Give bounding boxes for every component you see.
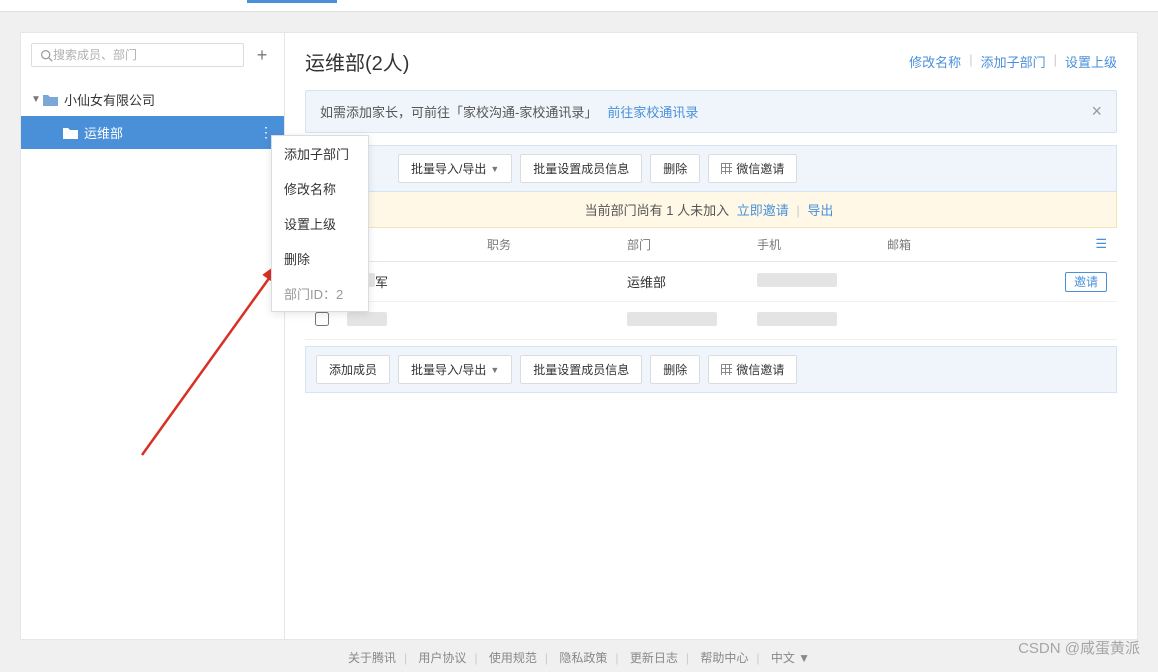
- batch-set-button[interactable]: 批量设置成员信息: [520, 355, 642, 384]
- footer-link[interactable]: 帮助中心: [700, 651, 748, 665]
- tree-child-item[interactable]: 运维部 ⋮: [21, 116, 284, 149]
- footer-lang[interactable]: 中文 ▼: [771, 651, 810, 665]
- footer-link[interactable]: 用户协议: [418, 651, 466, 665]
- name-suffix: 军: [375, 275, 388, 290]
- rename-link[interactable]: 修改名称: [909, 52, 961, 71]
- warning-bar: 当前部门尚有 1 人未加入 立即邀请 | 导出: [305, 192, 1117, 228]
- context-menu: 添加子部门 修改名称 设置上级 删除 部门ID：2: [271, 135, 369, 312]
- banner-link[interactable]: 前往家校通讯录: [607, 102, 698, 121]
- chevron-down-icon: ▼: [490, 365, 499, 375]
- banner-text: 如需添加家长，可前往「家校沟通-家校通讯录」: [320, 102, 597, 121]
- set-parent-link[interactable]: 设置上级: [1065, 52, 1117, 71]
- table-header: 职务 部门 手机 邮箱 ☰: [305, 228, 1117, 262]
- header-actions: 修改名称 | 添加子部门 | 设置上级: [909, 52, 1117, 71]
- close-icon[interactable]: ×: [1091, 101, 1102, 122]
- blurred-dept: [627, 312, 717, 326]
- top-nav-bar: [0, 0, 1158, 12]
- blurred-phone: [757, 312, 837, 326]
- tree-root-label: 小仙女有限公司: [64, 90, 155, 109]
- toolbar-top: 添加成员 批量导入/导出▼ 批量设置成员信息 删除 微信邀请: [305, 145, 1117, 192]
- divider: |: [1054, 52, 1057, 71]
- expand-arrow-icon: ▼: [31, 94, 43, 105]
- table-row[interactable]: [305, 302, 1117, 340]
- batch-io-button[interactable]: 批量导入/导出▼: [398, 355, 512, 384]
- col-phone: 手机: [757, 236, 887, 253]
- toolbar-section: 添加成员 批量导入/导出▼ 批量设置成员信息 删除 微信邀请 当前部门尚有 1 …: [305, 145, 1117, 393]
- search-input[interactable]: [53, 48, 235, 62]
- row-dept: 运维部: [627, 272, 757, 291]
- search-icon: [40, 49, 53, 62]
- warning-text: 当前部门尚有 1 人未加入: [585, 203, 729, 218]
- blurred-name: [347, 312, 387, 326]
- add-sub-link[interactable]: 添加子部门: [981, 52, 1046, 71]
- menu-delete[interactable]: 删除: [272, 241, 368, 276]
- menu-set-parent[interactable]: 设置上级: [272, 206, 368, 241]
- batch-set-button[interactable]: 批量设置成员信息: [520, 154, 642, 183]
- wechat-invite-button[interactable]: 微信邀请: [708, 154, 797, 183]
- search-input-wrap[interactable]: [31, 43, 244, 67]
- footer-link[interactable]: 隐私政策: [559, 651, 607, 665]
- menu-add-sub[interactable]: 添加子部门: [272, 136, 368, 171]
- column-settings-icon[interactable]: ☰: [1047, 236, 1107, 253]
- dept-tree: ▼ 小仙女有限公司 运维部 ⋮: [21, 77, 284, 149]
- footer-link[interactable]: 关于腾讯: [348, 651, 396, 665]
- divider: |: [969, 52, 972, 71]
- qrcode-icon: [721, 163, 732, 174]
- row-checkbox[interactable]: [315, 312, 329, 326]
- folder-icon: [43, 94, 58, 106]
- col-department: 部门: [627, 236, 757, 253]
- main-header: 运维部(2人) 修改名称 | 添加子部门 | 设置上级: [285, 33, 1137, 90]
- footer-link[interactable]: 使用规范: [489, 651, 537, 665]
- wechat-invite-button[interactable]: 微信邀请: [708, 355, 797, 384]
- main-panel: 运维部(2人) 修改名称 | 添加子部门 | 设置上级 如需添加家长，可前往「家…: [285, 33, 1137, 639]
- page-title: 运维部(2人): [305, 47, 409, 76]
- menu-rename[interactable]: 修改名称: [272, 171, 368, 206]
- toolbar-bottom: 添加成员 批量导入/导出▼ 批量设置成员信息 删除 微信邀请: [305, 346, 1117, 393]
- tree-child-label: 运维部: [84, 123, 123, 142]
- folder-icon: [63, 127, 78, 139]
- table-row[interactable]: 军 运维部 邀请: [305, 262, 1117, 302]
- footer-link[interactable]: 更新日志: [630, 651, 678, 665]
- col-email: 邮箱: [887, 236, 1047, 253]
- footer: 关于腾讯| 用户协议| 使用规范| 隐私政策| 更新日志| 帮助中心| 中文 ▼: [0, 643, 1158, 672]
- delete-button[interactable]: 删除: [650, 154, 700, 183]
- export-link[interactable]: 导出: [807, 203, 833, 218]
- main-container: + ▼ 小仙女有限公司 运维部 ⋮ 运维部(2人) 修改名称: [20, 32, 1138, 640]
- search-row: +: [21, 33, 284, 77]
- batch-io-button[interactable]: 批量导入/导出▼: [398, 154, 512, 183]
- delete-button[interactable]: 删除: [650, 355, 700, 384]
- invite-now-link[interactable]: 立即邀请: [737, 203, 789, 218]
- menu-dept-id: 部门ID：2: [272, 276, 368, 311]
- tree-root-item[interactable]: ▼ 小仙女有限公司: [21, 83, 284, 116]
- active-tab-indicator: [247, 0, 337, 3]
- qrcode-icon: [721, 364, 732, 375]
- add-member-button[interactable]: 添加成员: [316, 355, 390, 384]
- info-banner: 如需添加家长，可前往「家校沟通-家校通讯录」 前往家校通讯录 ×: [305, 90, 1117, 133]
- chevron-down-icon: ▼: [490, 164, 499, 174]
- divider: |: [796, 203, 799, 218]
- add-button[interactable]: +: [250, 43, 274, 67]
- sidebar: + ▼ 小仙女有限公司 运维部 ⋮: [21, 33, 285, 639]
- col-position: 职务: [487, 236, 627, 253]
- blurred-phone: [757, 273, 837, 287]
- watermark: CSDN @咸蛋黄派: [1018, 637, 1140, 658]
- invite-button[interactable]: 邀请: [1065, 272, 1107, 292]
